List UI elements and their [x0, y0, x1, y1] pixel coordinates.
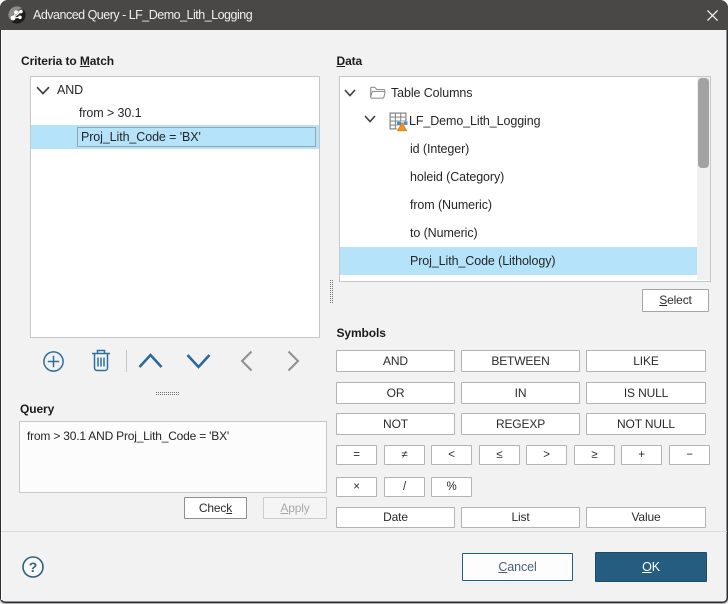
- svg-text:?: ?: [29, 559, 38, 575]
